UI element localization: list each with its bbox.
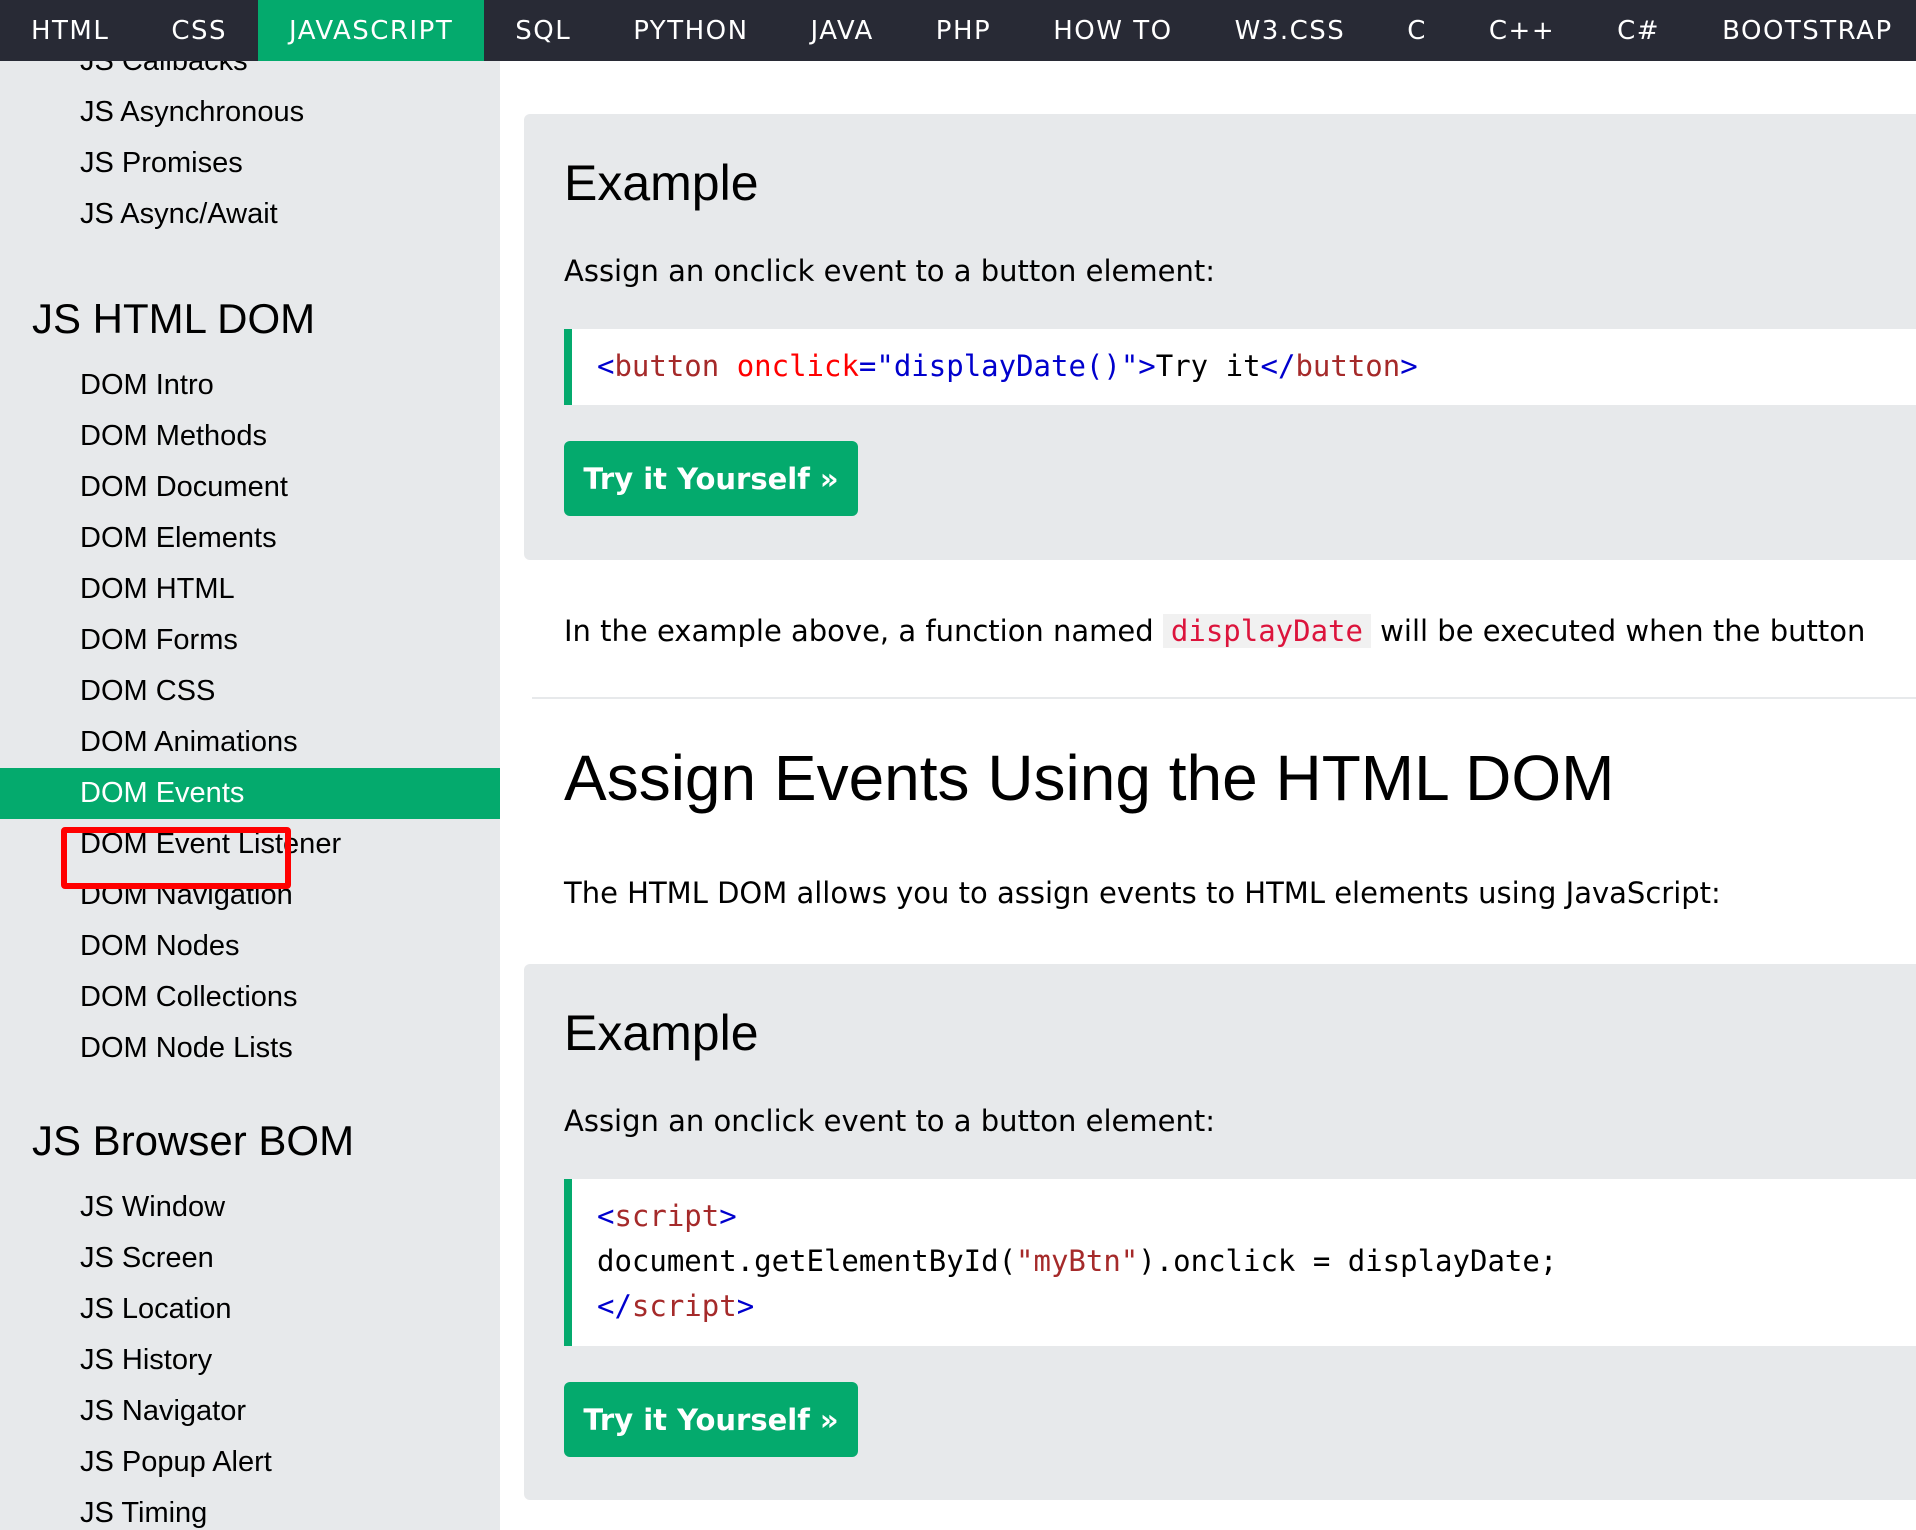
nav-javascript[interactable]: JAVASCRIPT <box>258 0 485 61</box>
top-navigation: HTML CSS JAVASCRIPT SQL PYTHON JAVA PHP … <box>0 0 1916 61</box>
try-it-yourself-button-1[interactable]: Try it Yourself » <box>564 441 858 516</box>
nav-java[interactable]: JAVA <box>780 0 905 61</box>
sidebar-item-dom-intro[interactable]: DOM Intro <box>0 360 500 411</box>
sidebar-item-dom-events[interactable]: DOM Events <box>0 768 500 819</box>
example-2-code: <script> document.getElementById("myBtn"… <box>564 1179 1916 1346</box>
nav-css[interactable]: CSS <box>140 0 258 61</box>
nav-sql[interactable]: SQL <box>484 0 602 61</box>
sidebar-item-dom-elements[interactable]: DOM Elements <box>0 513 500 564</box>
code-script-end-close: > <box>736 1289 755 1323</box>
nav-bootstrap[interactable]: BOOTSTRAP <box>1691 0 1916 61</box>
sidebar-item-dom-html[interactable]: DOM HTML <box>0 564 500 615</box>
code-script-end-name: script <box>631 1289 737 1323</box>
code-equals: = <box>858 349 877 383</box>
code-tag-close: > <box>1138 349 1156 383</box>
sidebar-item-js-popup-alert[interactable]: JS Popup Alert <box>0 1437 500 1488</box>
code-tag-open: < <box>597 349 615 383</box>
example-box-2: Example Assign an onclick event to a but… <box>524 964 1916 1500</box>
sidebar-item-dom-methods[interactable]: DOM Methods <box>0 411 500 462</box>
sidebar-item-dom-navigation[interactable]: DOM Navigation <box>0 870 500 921</box>
sidebar-item-js-async-await[interactable]: JS Async/Await <box>0 189 500 240</box>
code-script-name: script <box>614 1199 720 1233</box>
code-attr-name: onclick <box>719 349 859 383</box>
sidebar-item-js-screen[interactable]: JS Screen <box>0 1233 500 1284</box>
sidebar-item-js-asynchronous[interactable]: JS Asynchronous <box>0 87 500 138</box>
nav-w3css[interactable]: W3.CSS <box>1204 0 1377 61</box>
sidebar: JS Callbacks JS Asynchronous JS Promises… <box>0 61 500 1530</box>
code-text: Try it <box>1155 349 1261 383</box>
section-divider <box>532 697 1916 699</box>
sidebar-item-js-callbacks[interactable]: JS Callbacks <box>0 61 500 87</box>
nav-c[interactable]: C <box>1376 0 1458 61</box>
sidebar-item-dom-event-listener[interactable]: DOM Event Listener <box>0 819 500 870</box>
code-end-open: </ <box>1260 349 1296 383</box>
explanation-inline-code: displayDate <box>1162 614 1371 648</box>
code-statement-start: document.getElementById( <box>597 1244 1017 1278</box>
code-tag-name: button <box>614 349 720 383</box>
sidebar-item-dom-node-lists[interactable]: DOM Node Lists <box>0 1023 500 1074</box>
explanation-text-before: In the example above, a function named <box>564 614 1163 648</box>
sidebar-item-dom-document[interactable]: DOM Document <box>0 462 500 513</box>
code-script-end-open: </ <box>597 1289 632 1323</box>
sidebar-item-js-window[interactable]: JS Window <box>0 1182 500 1233</box>
main-content: Example Assign an onclick event to a but… <box>500 61 1916 1530</box>
code-string-mybtn: "myBtn" <box>1016 1244 1139 1278</box>
nav-php[interactable]: PHP <box>905 0 1022 61</box>
sidebar-item-js-location[interactable]: JS Location <box>0 1284 500 1335</box>
code-statement-end: ).onclick = displayDate; <box>1138 1244 1558 1278</box>
sidebar-item-js-navigator[interactable]: JS Navigator <box>0 1386 500 1437</box>
sidebar-item-dom-collections[interactable]: DOM Collections <box>0 972 500 1023</box>
nav-csharp[interactable]: C# <box>1586 0 1691 61</box>
sidebar-item-js-timing[interactable]: JS Timing <box>0 1488 500 1530</box>
nav-python[interactable]: PYTHON <box>602 0 779 61</box>
sidebar-item-js-promises[interactable]: JS Promises <box>0 138 500 189</box>
nav-how-to[interactable]: HOW TO <box>1022 0 1203 61</box>
example-1-title: Example <box>564 155 759 211</box>
sidebar-heading-browser-bom: JS Browser BOM <box>32 1117 355 1164</box>
code-attr-value: "displayDate()" <box>876 349 1139 383</box>
example-1-code: <button onclick="displayDate()">Try it</… <box>564 329 1916 405</box>
sidebar-item-dom-nodes[interactable]: DOM Nodes <box>0 921 500 972</box>
explanation-paragraph: In the example above, a function named d… <box>564 614 1865 648</box>
sidebar-heading-html-dom: JS HTML DOM <box>32 295 316 342</box>
code-script-close-bracket: > <box>719 1199 737 1233</box>
nav-cpp[interactable]: C++ <box>1458 0 1586 61</box>
code-end-name: button <box>1295 349 1401 383</box>
explanation-text-after: will be executed when the button <box>1370 614 1866 648</box>
code-end-close: > <box>1400 349 1418 383</box>
sidebar-item-dom-animations[interactable]: DOM Animations <box>0 717 500 768</box>
sidebar-item-js-history[interactable]: JS History <box>0 1335 500 1386</box>
sidebar-item-dom-css[interactable]: DOM CSS <box>0 666 500 717</box>
try-it-yourself-button-2[interactable]: Try it Yourself » <box>564 1382 858 1457</box>
section-title: Assign Events Using the HTML DOM <box>564 742 1615 814</box>
example-2-title: Example <box>564 1005 759 1061</box>
nav-html[interactable]: HTML <box>0 0 140 61</box>
example-box-1: Example Assign an onclick event to a but… <box>524 114 1916 560</box>
example-2-description: Assign an onclick event to a button elem… <box>564 1104 1215 1138</box>
sidebar-item-dom-forms[interactable]: DOM Forms <box>0 615 500 666</box>
code-script-open-bracket: < <box>597 1199 615 1233</box>
section-intro: The HTML DOM allows you to assign events… <box>564 876 1721 910</box>
example-1-description: Assign an onclick event to a button elem… <box>564 254 1215 288</box>
